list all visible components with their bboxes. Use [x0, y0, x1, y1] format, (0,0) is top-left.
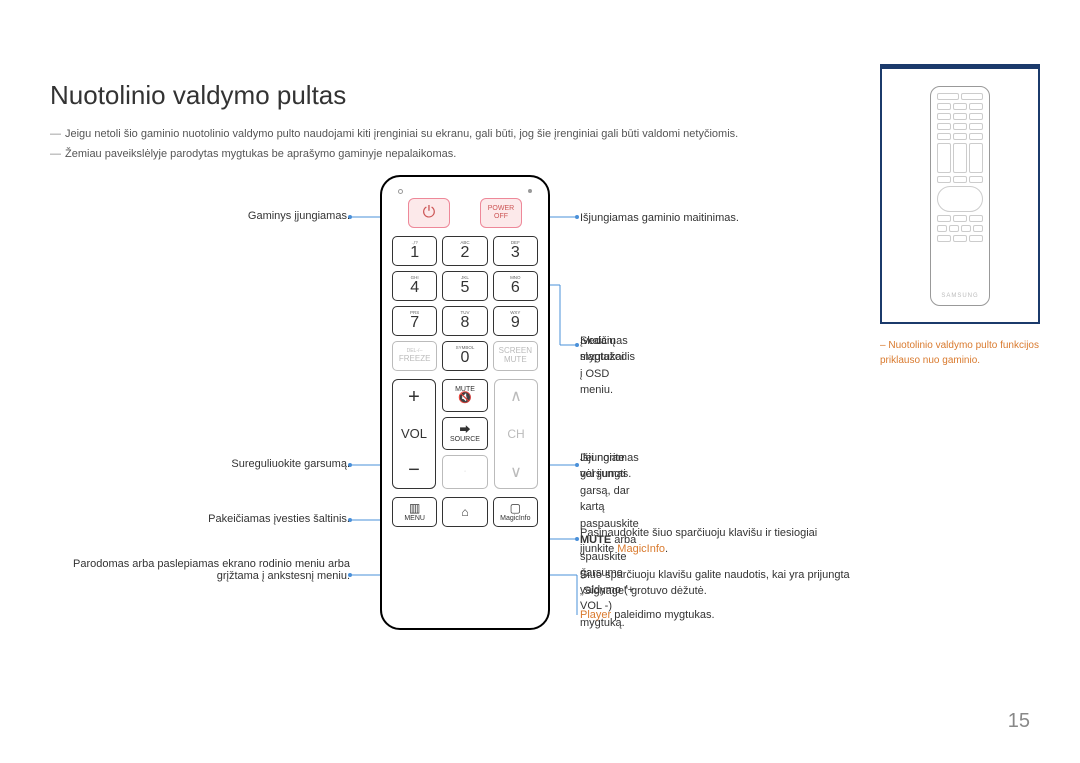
key-0: SYMBOL0: [442, 341, 487, 371]
label-home: Šiuo sparčiuoju klavišu galite naudotis,…: [580, 567, 850, 600]
label-power-on: Gaminys įjungiamas.: [248, 210, 350, 222]
key-7: PRS7: [392, 306, 437, 336]
power-off-button: POWER OFF: [480, 198, 522, 228]
key-6: MNO6: [493, 271, 538, 301]
note-1: Jeigu netoli šio gaminio nuotolinio vald…: [65, 128, 738, 140]
blank-button: ·: [442, 455, 488, 488]
label-menu: Parodomas arba paslepiamas ekrano rodini…: [70, 558, 350, 582]
label-power-off: Išjungiamas gaminio maitinimas.: [580, 210, 739, 227]
menu-button: ▥MENU: [392, 497, 437, 527]
key-3: DEF3: [493, 236, 538, 266]
key-5: JKL5: [442, 271, 487, 301]
home-button: ⌂: [442, 497, 487, 527]
power-button: ⏻: [408, 198, 450, 228]
volume-rocker: +VOL−: [392, 379, 436, 489]
mute-button: MUTE🔇: [442, 379, 488, 412]
brand-label: SAMSUNG: [937, 293, 983, 299]
note-2: Žemiau paveikslėlyje parodytas mygtukas …: [65, 148, 456, 160]
channel-rocker: ∧CH∨: [494, 379, 538, 489]
side-panel: SAMSUNG Nuotolinio valdymo pulto funkcij…: [880, 64, 1040, 404]
label-source: Pakeičiamas įvesties šaltinis.: [208, 513, 350, 525]
screen-mute-button: SCREEN MUTE: [493, 341, 538, 371]
side-note: Nuotolinio valdymo pulto funkcijos prikl…: [880, 338, 1040, 368]
side-frame: SAMSUNG: [880, 64, 1040, 324]
label-numbers-sub: Įvedamas slaptažodis į OSD meniu.: [580, 333, 635, 399]
remote-illustration: ⏻ POWER OFF .,!?1 ABC2 DEF3 GHI4 JKL5 MN…: [380, 175, 550, 630]
key-9: WXY9: [493, 306, 538, 336]
key-2: ABC2: [442, 236, 487, 266]
mini-remote: SAMSUNG: [930, 86, 990, 306]
label-player: Player paleidimo mygtukas.: [580, 607, 715, 624]
key-4: GHI4: [392, 271, 437, 301]
label-volume: Sureguliuokite garsumą.: [231, 458, 350, 470]
freeze-button: DEL-/--FREEZE: [392, 341, 437, 371]
magicinfo-button: ▢MagicInfo: [493, 497, 538, 527]
label-magicinfo: Pasinaudokite šiuo sparčiuoju klavišu ir…: [580, 525, 850, 558]
source-button: ⮕SOURCE: [442, 417, 488, 450]
key-1: .,!?1: [392, 236, 437, 266]
page-number: 15: [1008, 710, 1030, 733]
key-8: TUV8: [442, 306, 487, 336]
